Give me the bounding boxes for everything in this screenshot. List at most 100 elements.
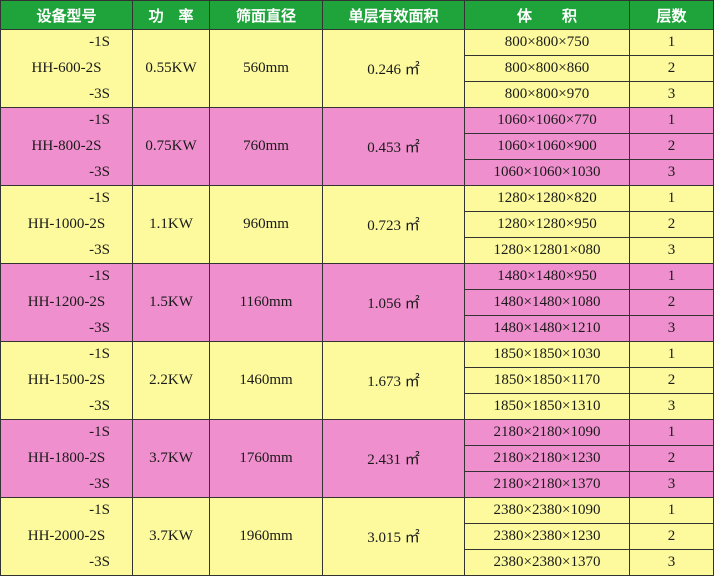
layer-cell: 2 xyxy=(629,211,714,238)
area-cell: 1.673 ㎡ xyxy=(322,341,465,420)
volume-cell: 800×800×750 xyxy=(464,29,630,56)
layer-cell: 1 xyxy=(629,419,714,446)
header-layers: 层数 xyxy=(629,0,714,30)
model-cell: -1S HH-1200-2S -3S xyxy=(0,263,133,342)
area-cell: 3.015 ㎡ xyxy=(322,497,465,576)
volume-cell: 2180×2180×1230 xyxy=(464,445,630,472)
model-variant-3s: -3S xyxy=(89,164,110,180)
model-name: HH-1200-2S xyxy=(27,294,106,310)
table-row: -1S HH-800-2S -3S 0.75KW 760mm 0.453 ㎡ 1060×10… xyxy=(0,107,714,186)
area-unit: ㎡ xyxy=(404,140,420,156)
model-variant-1s: -1S xyxy=(89,34,110,50)
layer-cell: 1 xyxy=(629,497,714,524)
diameter-cell: 1760mm xyxy=(209,419,323,498)
table-row: -1S HH-1800-2S -3S 3.7KW 1760mm 2.431 ㎡ 2180×2… xyxy=(0,419,714,498)
table-row: -1S HH-2000-2S -3S 3.7KW 1960mm 3.015 ㎡ 2380×2… xyxy=(0,497,714,576)
volume-cell: 1060×1060×900 xyxy=(464,133,630,160)
area-value: 0.246 xyxy=(367,62,401,78)
volume-cell: 800×800×970 xyxy=(464,81,630,108)
volume-cell: 1280×12801×080 xyxy=(464,237,630,264)
area-unit: ㎡ xyxy=(404,62,420,78)
model-variant-1s: -1S xyxy=(89,502,110,518)
area-value: 1.673 xyxy=(367,374,401,390)
layer-cell: 2 xyxy=(629,133,714,160)
layer-cell: 3 xyxy=(629,549,714,576)
volume-cell: 2380×2380×1090 xyxy=(464,497,630,524)
area-cell: 0.453 ㎡ xyxy=(322,107,465,186)
model-variant-1s: -1S xyxy=(89,268,110,284)
model-name: HH-1000-2S xyxy=(27,216,106,232)
layer-cell: 1 xyxy=(629,263,714,290)
volume-cell: 1850×1850×1030 xyxy=(464,341,630,368)
model-variant-3s: -3S xyxy=(89,320,110,336)
volume-cell: 1280×1280×820 xyxy=(464,185,630,212)
layer-cell: 2 xyxy=(629,367,714,394)
power-cell: 1.1KW xyxy=(132,185,210,264)
volume-cell: 1060×1060×770 xyxy=(464,107,630,134)
model-name: HH-2000-2S xyxy=(27,528,106,544)
volume-cell: 2380×2380×1230 xyxy=(464,523,630,550)
volume-cell: 1850×1850×1170 xyxy=(464,367,630,394)
area-unit: ㎡ xyxy=(404,530,420,546)
header-model: 设备型号 xyxy=(0,0,133,30)
table-row: -1S HH-1000-2S -3S 1.1KW 960mm 0.723 ㎡ 1280×12… xyxy=(0,185,714,264)
volume-cell: 1480×1480×950 xyxy=(464,263,630,290)
volume-cell: 1280×1280×950 xyxy=(464,211,630,238)
header-diameter: 筛面直径 xyxy=(209,0,323,30)
diameter-cell: 1960mm xyxy=(209,497,323,576)
area-value: 0.453 xyxy=(367,140,401,156)
area-value: 0.723 xyxy=(367,218,401,234)
diameter-cell: 760mm xyxy=(209,107,323,186)
layer-cell: 2 xyxy=(629,289,714,316)
diameter-cell: 1160mm xyxy=(209,263,323,342)
model-variant-3s: -3S xyxy=(89,554,110,570)
area-cell: 0.723 ㎡ xyxy=(322,185,465,264)
area-value: 2.431 xyxy=(367,452,401,468)
model-name: HH-800-2S xyxy=(31,138,102,154)
volume-cell: 2180×2180×1370 xyxy=(464,471,630,498)
power-cell: 1.5KW xyxy=(132,263,210,342)
model-cell: -1S HH-1800-2S -3S xyxy=(0,419,133,498)
area-unit: ㎡ xyxy=(404,218,420,234)
layer-cell: 1 xyxy=(629,107,714,134)
power-cell: 3.7KW xyxy=(132,419,210,498)
model-name: HH-600-2S xyxy=(31,60,102,76)
volume-cell: 800×800×860 xyxy=(464,55,630,82)
volume-cell: 1060×1060×1030 xyxy=(464,159,630,186)
layer-cell: 1 xyxy=(629,29,714,56)
model-variant-3s: -3S xyxy=(89,86,110,102)
power-cell: 0.75KW xyxy=(132,107,210,186)
header-row: 设备型号 功 率 筛面直径 单层有效面积 体 积 层数 xyxy=(0,0,714,30)
header-volume: 体 积 xyxy=(464,0,630,30)
volume-cell: 1480×1480×1080 xyxy=(464,289,630,316)
model-cell: -1S HH-800-2S -3S xyxy=(0,107,133,186)
power-cell: 3.7KW xyxy=(132,497,210,576)
volume-cell: 2180×2180×1090 xyxy=(464,419,630,446)
spec-table: 设备型号 功 率 筛面直径 单层有效面积 体 积 层数 -1S HH-600-2S… xyxy=(0,0,714,576)
model-name: HH-1800-2S xyxy=(27,450,106,466)
layer-cell: 1 xyxy=(629,341,714,368)
layer-cell: 3 xyxy=(629,159,714,186)
model-variant-1s: -1S xyxy=(89,346,110,362)
layer-cell: 2 xyxy=(629,523,714,550)
model-variant-1s: -1S xyxy=(89,424,110,440)
area-unit: ㎡ xyxy=(404,452,420,468)
table-row: -1S HH-1500-2S -3S 2.2KW 1460mm 1.673 ㎡ 1850×1… xyxy=(0,341,714,420)
model-cell: -1S HH-2000-2S -3S xyxy=(0,497,133,576)
layer-cell: 1 xyxy=(629,185,714,212)
area-unit: ㎡ xyxy=(404,296,420,312)
area-value: 1.056 xyxy=(367,296,401,312)
table-row: -1S HH-1200-2S -3S 1.5KW 1160mm 1.056 ㎡ 1480×1… xyxy=(0,263,714,342)
area-cell: 2.431 ㎡ xyxy=(322,419,465,498)
header-area: 单层有效面积 xyxy=(322,0,465,30)
layer-cell: 3 xyxy=(629,237,714,264)
layer-cell: 3 xyxy=(629,81,714,108)
volume-cell: 1850×1850×1310 xyxy=(464,393,630,420)
power-cell: 0.55KW xyxy=(132,29,210,108)
layer-cell: 3 xyxy=(629,315,714,342)
model-variant-1s: -1S xyxy=(89,190,110,206)
diameter-cell: 560mm xyxy=(209,29,323,108)
volume-cell: 1480×1480×1210 xyxy=(464,315,630,342)
layer-cell: 3 xyxy=(629,471,714,498)
layer-cell: 2 xyxy=(629,55,714,82)
